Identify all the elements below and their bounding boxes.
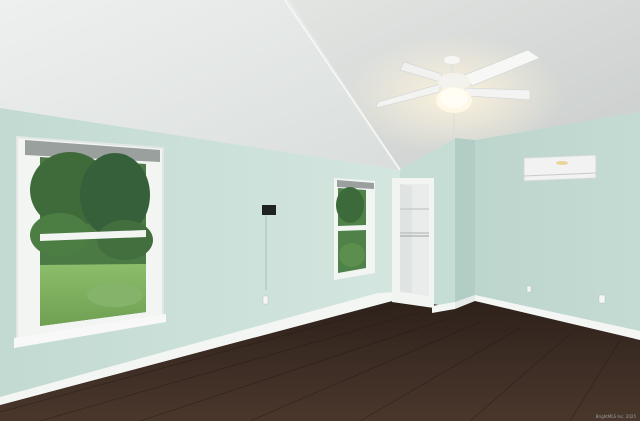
closet-wall-side — [455, 138, 475, 308]
middle-window — [334, 178, 375, 280]
room-photo: BrightMLS Inc. 2025 — [0, 0, 640, 421]
photo-credit: BrightMLS Inc. 2025 — [595, 414, 636, 419]
outlet-right-small — [526, 285, 532, 293]
room-illustration — [0, 0, 640, 421]
wall-mounted-ac-unit — [523, 154, 597, 182]
left-window — [14, 135, 166, 348]
outlet-right — [598, 294, 606, 304]
closet-doorway — [392, 178, 434, 308]
outlet-left — [262, 295, 269, 305]
